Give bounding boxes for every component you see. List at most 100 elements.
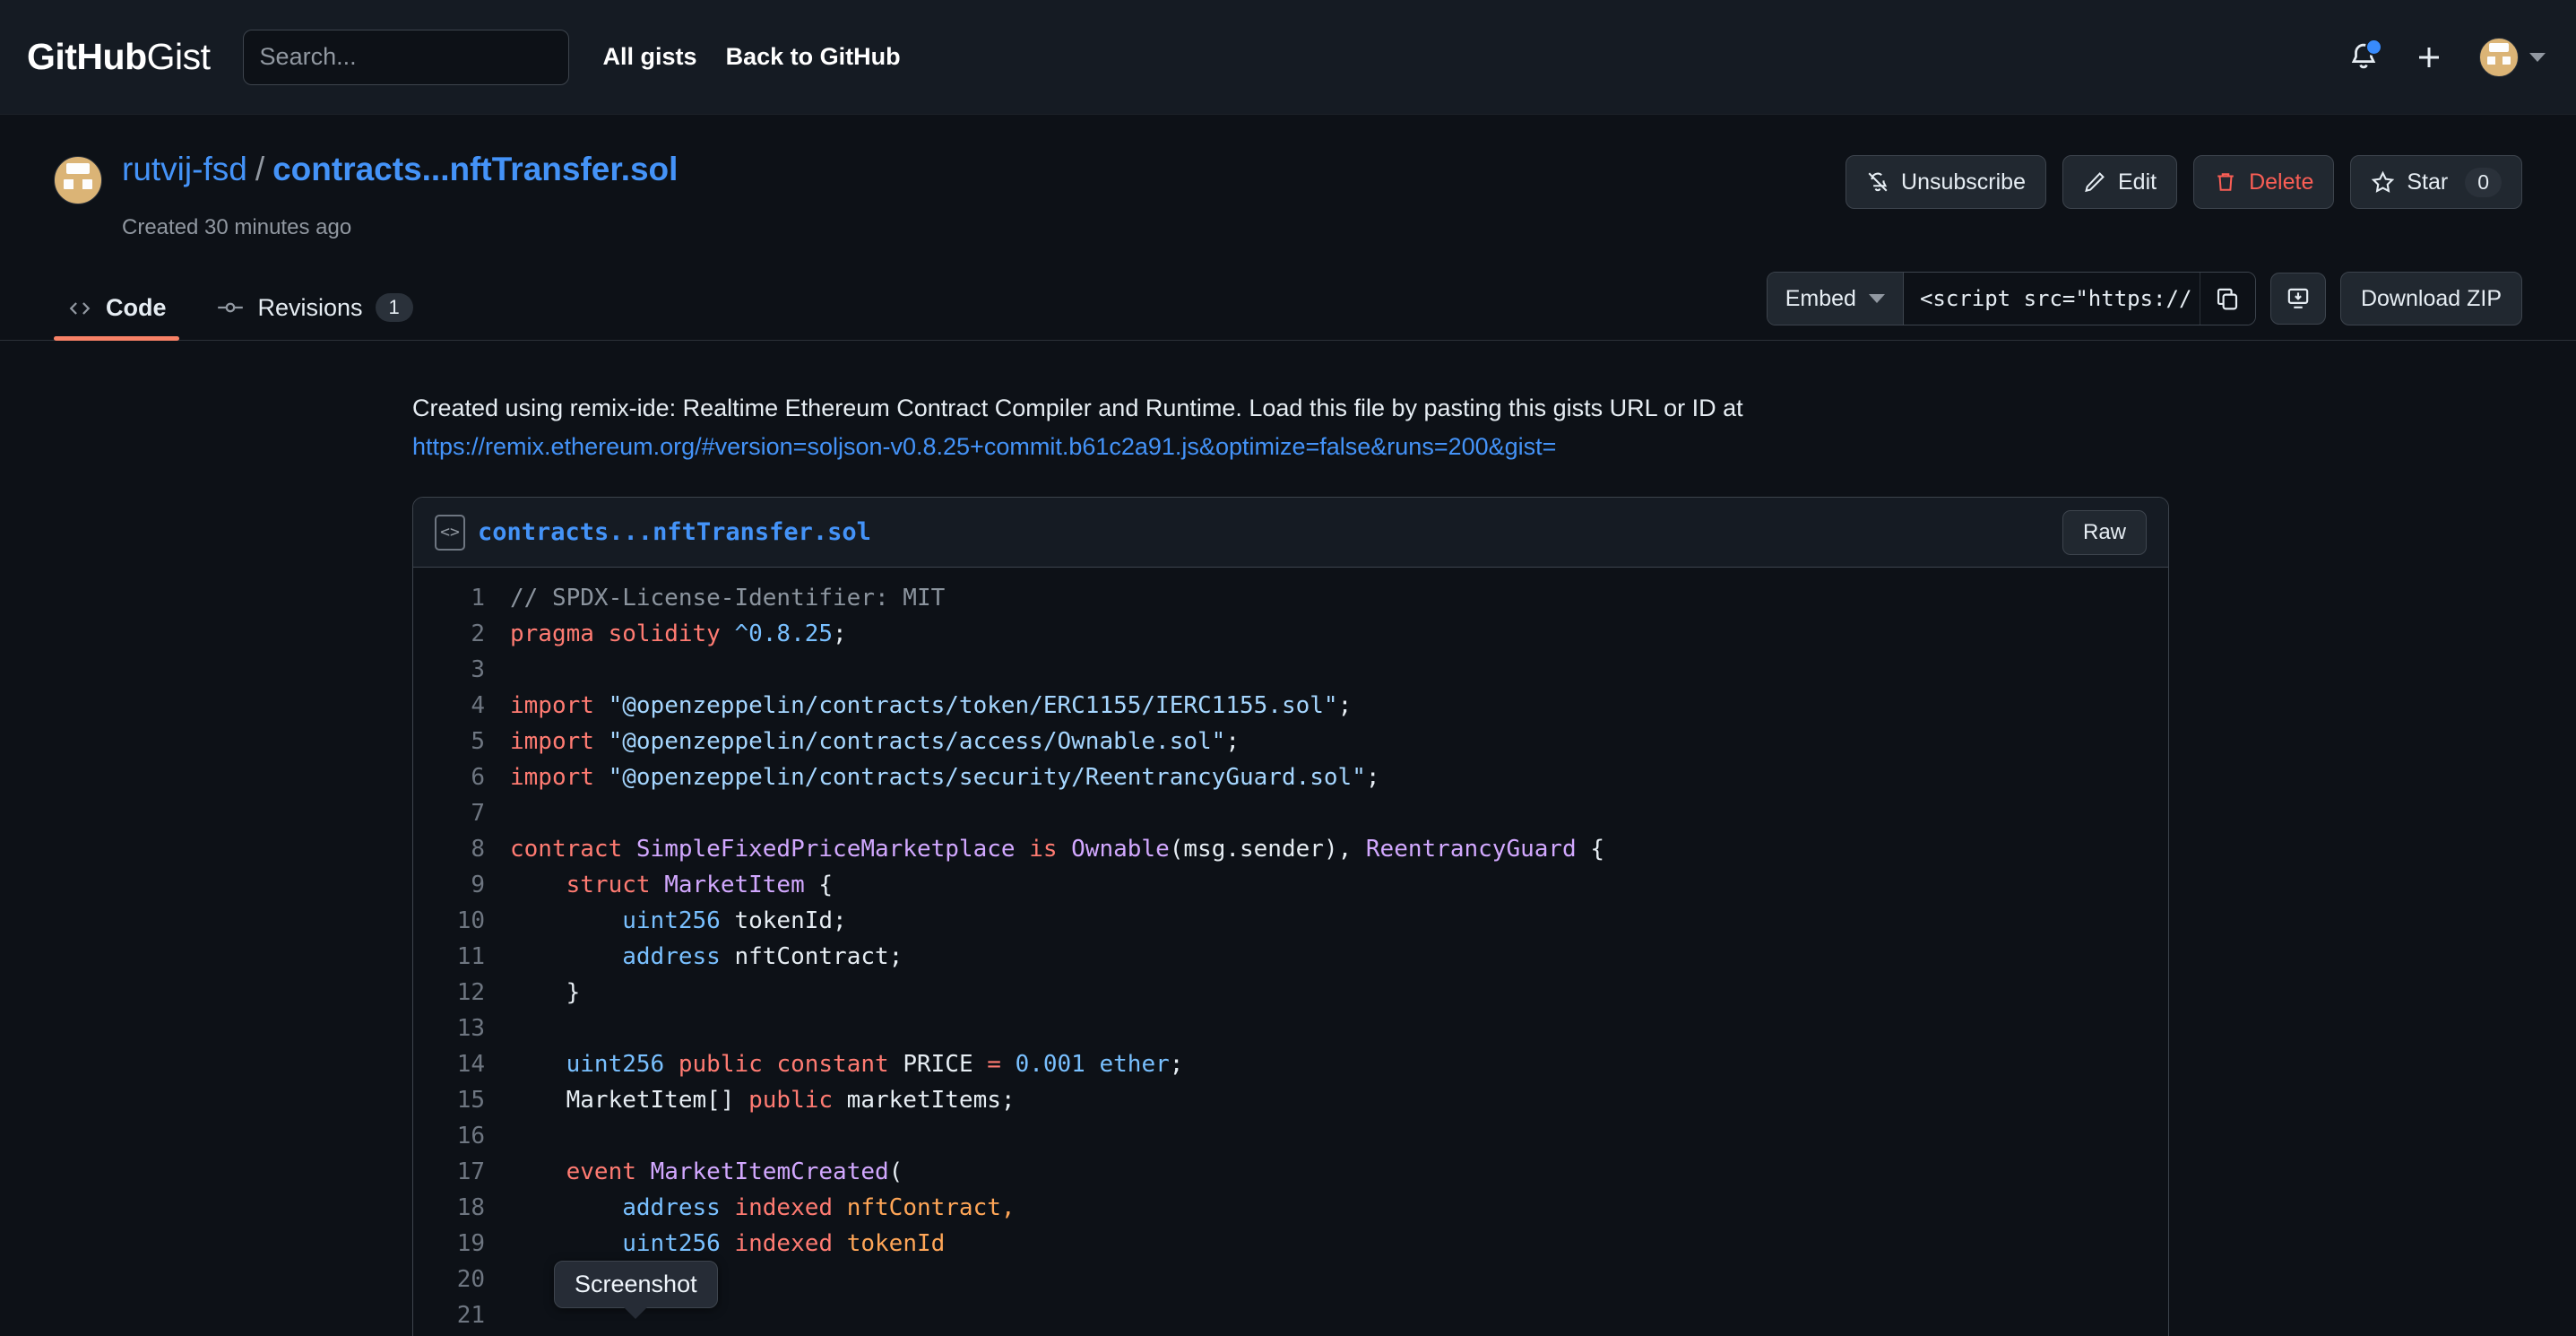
line-content: uint256 tokenId; — [622, 907, 847, 935]
line-number: 20 — [456, 1266, 485, 1294]
search-input[interactable]: Search... — [242, 29, 569, 85]
code-line: 18 address indexed nftContract, — [413, 1190, 2168, 1226]
line-number: 6 — [471, 764, 485, 792]
tab-revisions-label: Revisions — [257, 293, 363, 321]
gist-tabs: Code Revisions 1 Embed <script src="http… — [0, 272, 2576, 341]
pencil-icon — [2085, 172, 2105, 193]
code-line: 8 contract SimpleFixedPriceMarketplace is… — [413, 831, 2168, 867]
gist-owner-link[interactable]: rutvij-fsd — [122, 151, 247, 187]
line-content: import "@openzeppelin/contracts/token/ER… — [510, 692, 1353, 720]
line-number: 10 — [456, 907, 485, 935]
gist-logo[interactable]: GitHubGist — [27, 36, 211, 78]
code-line: 19 uint256 indexed tokenId — [413, 1226, 2168, 1262]
gist-filename-link[interactable]: contracts...nftTransfer.sol — [272, 151, 678, 187]
line-number: 21 — [456, 1302, 485, 1330]
tab-code-label: Code — [106, 294, 167, 321]
line-content: import "@openzeppelin/contracts/security… — [510, 764, 1380, 792]
line-content — [510, 795, 2168, 831]
line-content: ); — [510, 1266, 594, 1294]
download-zip-button[interactable]: Download ZIP — [2339, 272, 2522, 325]
star-count: 0 — [2465, 167, 2502, 197]
edit-button[interactable]: Edit — [2062, 155, 2178, 209]
remix-link[interactable]: https://remix.ethereum.org/#version=solj… — [412, 433, 1556, 460]
notification-indicator — [2365, 38, 2382, 56]
line-number: 4 — [471, 692, 485, 720]
page-title: rutvij-fsd / contracts...nftTransfer.sol — [122, 151, 678, 189]
embed-combo: Embed <script src="https:// — [1766, 272, 2256, 325]
user-menu[interactable] — [2479, 37, 2546, 77]
trash-icon — [2217, 173, 2234, 191]
code-line: 7 — [413, 795, 2168, 831]
file-card: <> contracts...nftTransfer.sol Raw 1 // S… — [412, 497, 2169, 1336]
file-header: <> contracts...nftTransfer.sol Raw — [413, 498, 2168, 568]
code-line: 11 address nftContract; — [413, 939, 2168, 975]
code-viewer[interactable]: 1 // SPDX-License-Identifier: MIT 2 pragma … — [413, 568, 2168, 1336]
tab-code[interactable]: Code — [54, 294, 179, 341]
line-number: 8 — [471, 836, 485, 863]
file-name[interactable]: contracts...nftTransfer.sol — [478, 518, 871, 546]
star-button[interactable]: Star 0 — [2350, 155, 2522, 209]
unsubscribe-button[interactable]: Unsubscribe — [1846, 155, 2046, 209]
create-new-button[interactable] — [2415, 43, 2443, 72]
line-number: 17 — [456, 1158, 485, 1186]
code-line: 10 uint256 tokenId; — [413, 903, 2168, 939]
line-number: 13 — [456, 1015, 485, 1043]
line-number: 19 — [456, 1230, 485, 1258]
gist-header: rutvij-fsd / contracts...nftTransfer.sol C… — [0, 115, 2576, 240]
code-line: 16 — [413, 1118, 2168, 1154]
code-line: 6 import "@openzeppelin/contracts/securit… — [413, 759, 2168, 795]
tab-revisions[interactable]: Revisions 1 — [203, 293, 426, 340]
raw-button[interactable]: Raw — [2062, 509, 2147, 555]
embed-script-input[interactable]: <script src="https:// — [1903, 273, 2200, 325]
gist-created-time: Created 30 minutes ago — [122, 215, 352, 239]
delete-button[interactable]: Delete — [2193, 155, 2335, 209]
description-text: Created using remix-ide: Realtime Ethere… — [412, 395, 1743, 421]
notifications-button[interactable] — [2348, 38, 2382, 74]
line-content — [510, 1011, 2168, 1046]
line-number: 2 — [471, 620, 485, 648]
star-label: Star — [2407, 169, 2449, 195]
line-content: contract SimpleFixedPriceMarketplace is … — [510, 836, 1605, 863]
line-number: 3 — [471, 656, 485, 684]
line-number: 16 — [456, 1123, 485, 1150]
open-with-desktop-icon — [2287, 288, 2309, 308]
bell-slash-icon — [1868, 172, 1888, 192]
code-line: 5 import "@openzeppelin/contracts/access/… — [413, 724, 2168, 759]
code-file-icon: <> — [435, 514, 465, 551]
line-content: // SPDX-License-Identifier: MIT — [510, 585, 946, 612]
code-line: 4 import "@openzeppelin/contracts/token/E… — [413, 688, 2168, 724]
line-content: uint256 indexed tokenId — [622, 1230, 946, 1258]
owner-avatar — [54, 156, 102, 204]
line-content: struct MarketItem { — [566, 872, 834, 899]
line-content: uint256 public constant PRICE = 0.001 et… — [566, 1051, 1184, 1079]
embed-select[interactable]: Embed — [1767, 273, 1904, 325]
line-content: pragma solidity ^0.8.25; — [510, 620, 847, 648]
code-icon — [69, 301, 91, 315]
copy-embed-button[interactable] — [2199, 273, 2255, 325]
line-number: 5 — [471, 728, 485, 756]
nav-back-to-github[interactable]: Back to GitHub — [726, 43, 901, 71]
open-with-desktop-button[interactable] — [2269, 273, 2326, 325]
embed-toolbar: Embed <script src="https:// Download ZIP — [1766, 272, 2522, 340]
embed-select-label: Embed — [1785, 285, 1856, 311]
code-line: 15 MarketItem[] public marketItems; — [413, 1082, 2168, 1118]
line-number: 18 — [456, 1194, 485, 1222]
header-nav: All gists Back to GitHub — [603, 43, 901, 71]
screenshot-tooltip: Screenshot — [554, 1261, 718, 1308]
avatar — [2479, 37, 2519, 77]
header-right-actions — [2348, 37, 2546, 77]
global-header: GitHubGist Search... All gists Back to G… — [0, 0, 2576, 115]
line-number: 9 — [471, 872, 485, 899]
star-icon — [2372, 170, 2395, 193]
nav-all-gists[interactable]: All gists — [603, 43, 697, 71]
gist-action-buttons: Unsubscribe Edit Delete Star 0 — [1846, 155, 2522, 209]
line-content — [510, 1118, 2168, 1154]
code-table: 1 // SPDX-License-Identifier: MIT 2 pragma … — [413, 580, 2168, 1336]
line-number: 1 — [471, 585, 485, 612]
logo-gist: Gist — [146, 36, 211, 77]
line-content: MarketItem[] public marketItems; — [510, 1087, 1016, 1115]
code-line: 3 — [413, 652, 2168, 688]
line-content: event MarketItemCreated( — [566, 1158, 903, 1186]
line-number: 12 — [456, 979, 485, 1007]
line-content — [510, 1297, 2168, 1333]
